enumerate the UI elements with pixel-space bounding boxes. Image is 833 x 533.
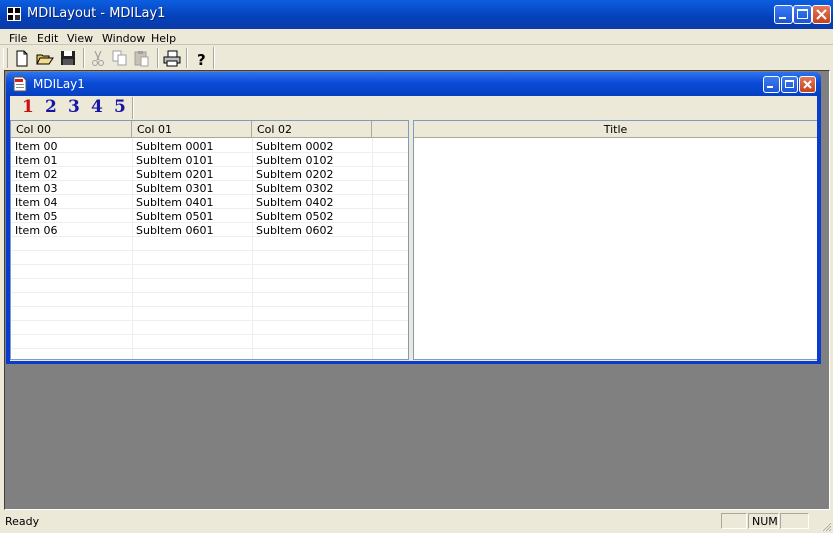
status-bar: Ready NUM bbox=[0, 510, 833, 533]
list-cell: SubItem 0202 bbox=[256, 168, 334, 181]
help-button[interactable]: ? bbox=[190, 48, 212, 69]
toolbar-separator bbox=[83, 48, 85, 68]
maximize-icon bbox=[797, 9, 808, 19]
list-cell: SubItem 0002 bbox=[256, 140, 334, 153]
status-text: Ready bbox=[5, 515, 40, 528]
toolbar-separator bbox=[157, 48, 159, 68]
paste-icon bbox=[134, 51, 149, 67]
right-pane[interactable]: Title bbox=[413, 120, 817, 360]
list-cell: SubItem 0502 bbox=[256, 210, 334, 223]
status-panel-num: NUM bbox=[748, 513, 779, 529]
list-cell: SubItem 0601 bbox=[136, 224, 214, 237]
tab-2[interactable]: 2 bbox=[45, 97, 57, 117]
tab-3[interactable]: 3 bbox=[68, 97, 80, 117]
grid-line bbox=[11, 278, 408, 279]
list-cell: SubItem 0102 bbox=[256, 154, 334, 167]
child-body: 1 2 3 4 5 Col 00 Col 01 Col 02 Item 00 S… bbox=[10, 96, 817, 361]
list-cell: Item 04 bbox=[15, 196, 58, 209]
column-header-col01[interactable]: Col 01 bbox=[132, 121, 252, 138]
column-header-col02[interactable]: Col 02 bbox=[252, 121, 372, 138]
list-cell: SubItem 0001 bbox=[136, 140, 214, 153]
column-header-col00[interactable]: Col 00 bbox=[11, 121, 132, 138]
grid-line bbox=[132, 138, 133, 359]
close-icon bbox=[816, 9, 827, 20]
list-cell: SubItem 0101 bbox=[136, 154, 214, 167]
tab-1[interactable]: 1 bbox=[22, 97, 34, 117]
paste-button[interactable] bbox=[131, 48, 153, 69]
tab-bar-separator bbox=[132, 97, 134, 119]
cut-button[interactable] bbox=[87, 48, 109, 69]
list-cell: SubItem 0201 bbox=[136, 168, 214, 181]
minimize-icon bbox=[767, 86, 773, 88]
new-icon bbox=[16, 50, 28, 67]
list-cell: Item 01 bbox=[15, 154, 58, 167]
print-icon bbox=[163, 50, 181, 67]
list-cell: SubItem 0301 bbox=[136, 182, 214, 195]
list-cell: SubItem 0501 bbox=[136, 210, 214, 223]
svg-text:?: ? bbox=[197, 51, 206, 69]
list-cell: SubItem 0401 bbox=[136, 196, 214, 209]
child-maximize-button[interactable] bbox=[781, 76, 798, 93]
new-button[interactable] bbox=[11, 48, 33, 69]
title-bar[interactable]: MDILayout - MDILay1 bbox=[0, 0, 833, 29]
child-window-title: MDILay1 bbox=[33, 77, 85, 91]
grid-line bbox=[252, 138, 253, 359]
list-cell: Item 00 bbox=[15, 140, 58, 153]
grid-line bbox=[11, 292, 408, 293]
child-close-button[interactable] bbox=[799, 76, 816, 93]
toolbar-end bbox=[213, 47, 215, 69]
maximize-button[interactable] bbox=[793, 5, 812, 24]
child-minimize-button[interactable] bbox=[763, 76, 780, 93]
tab-5[interactable]: 5 bbox=[114, 97, 126, 117]
status-panel-scroll bbox=[780, 513, 809, 529]
grid-line bbox=[11, 306, 408, 307]
document-icon bbox=[13, 76, 27, 92]
column-header-filler bbox=[372, 121, 408, 138]
minimize-icon bbox=[779, 17, 786, 19]
list-cell: SubItem 0402 bbox=[256, 196, 334, 209]
list-cell: Item 06 bbox=[15, 224, 58, 237]
close-button[interactable] bbox=[812, 5, 831, 24]
copy-button[interactable] bbox=[109, 48, 131, 69]
tab-bar: 1 2 3 4 5 bbox=[10, 96, 817, 120]
list-cell: SubItem 0302 bbox=[256, 182, 334, 195]
grid-line bbox=[372, 138, 373, 359]
close-icon bbox=[803, 80, 812, 89]
save-icon bbox=[61, 51, 75, 65]
save-button[interactable] bbox=[57, 48, 79, 69]
resize-grip-icon[interactable] bbox=[820, 520, 832, 532]
tab-4[interactable]: 4 bbox=[91, 97, 103, 117]
toolbar-grip[interactable] bbox=[3, 48, 8, 68]
right-pane-header[interactable]: Title bbox=[414, 121, 817, 138]
toolbar: ? bbox=[0, 44, 833, 72]
grid-line bbox=[11, 264, 408, 265]
child-title-bar[interactable]: MDILay1 bbox=[6, 72, 821, 96]
open-icon bbox=[36, 54, 54, 65]
print-button[interactable] bbox=[161, 48, 183, 69]
status-panel-caps bbox=[721, 513, 747, 529]
maximize-icon bbox=[785, 80, 794, 88]
list-cell: SubItem 0602 bbox=[256, 224, 334, 237]
grid-line bbox=[11, 348, 408, 349]
grid-line bbox=[11, 334, 408, 335]
help-icon: ? bbox=[197, 51, 206, 69]
toolbar-separator bbox=[186, 48, 188, 68]
copy-icon bbox=[112, 50, 127, 66]
mdi-child-window: MDILay1 1 2 3 4 5 Col 00 Col 01 Col 02 I… bbox=[6, 72, 821, 364]
open-button[interactable] bbox=[34, 48, 56, 69]
grid-line bbox=[11, 320, 408, 321]
main-window: MDILayout - MDILay1 File Edit View Windo… bbox=[0, 0, 833, 533]
app-icon bbox=[7, 7, 21, 21]
list-view[interactable]: Col 00 Col 01 Col 02 Item 00 SubItem 000… bbox=[10, 120, 409, 360]
grid-line bbox=[11, 250, 408, 251]
list-cell: Item 02 bbox=[15, 168, 58, 181]
list-cell: Item 03 bbox=[15, 182, 58, 195]
window-title: MDILayout - MDILay1 bbox=[27, 6, 166, 21]
list-cell: Item 05 bbox=[15, 210, 58, 223]
minimize-button[interactable] bbox=[774, 5, 793, 24]
cut-icon bbox=[92, 50, 104, 66]
